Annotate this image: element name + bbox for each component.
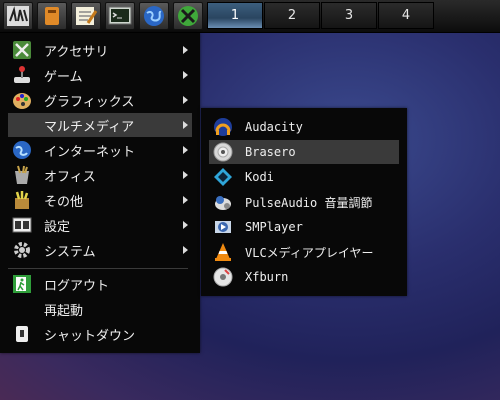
submenu-arrow-icon xyxy=(183,146,188,154)
settings-icon xyxy=(12,215,32,235)
terminal-icon[interactable] xyxy=(105,2,135,30)
menu-item-label: SMPlayer xyxy=(245,220,303,234)
menu-item-label: PulseAudio 音量調節 xyxy=(245,195,373,210)
menu-item-label: シャットダウン xyxy=(44,328,136,344)
menu-item-games[interactable]: ゲーム xyxy=(8,63,192,87)
office-icon xyxy=(12,165,32,185)
smplayer-icon xyxy=(213,217,233,237)
menu-item-system[interactable]: システム xyxy=(8,238,192,262)
accessories-icon xyxy=(12,40,32,60)
kodi-icon xyxy=(213,167,233,187)
menu-item-label: システム xyxy=(44,244,96,260)
menu-item-label: ゲーム xyxy=(44,69,83,85)
workspace-3[interactable]: 3 xyxy=(321,2,377,29)
menu-item-label: Kodi xyxy=(245,170,274,184)
menu-item-shutdown[interactable]: シャットダウン xyxy=(8,322,192,346)
workspace-1[interactable]: 1 xyxy=(207,2,263,29)
menu-item-office[interactable]: オフィス xyxy=(8,163,192,187)
menu-item-label: インターネット xyxy=(44,144,136,160)
submenu-arrow-icon xyxy=(183,121,188,129)
menu-item-smplayer[interactable]: SMPlayer xyxy=(209,215,399,239)
application-menu: アクセサリ ゲーム グラフィックス マルチメディア インターネット オフィス そ… xyxy=(0,33,200,353)
submenu-arrow-icon xyxy=(183,71,188,79)
brasero-icon xyxy=(213,142,233,162)
vlc-icon xyxy=(213,242,233,262)
xfburn-icon xyxy=(213,267,233,287)
other-icon xyxy=(12,190,32,210)
graphics-icon xyxy=(12,90,32,110)
system-icon xyxy=(12,240,32,260)
submenu-arrow-icon xyxy=(183,246,188,254)
menu-item-label: グラフィックス xyxy=(44,94,135,110)
submenu-arrow-icon xyxy=(183,221,188,229)
internet-icon xyxy=(12,140,32,160)
menu-item-label: Brasero xyxy=(245,145,296,159)
menu-item-label: オフィス xyxy=(44,169,96,185)
menu-item-label: VLCメディアプレイヤー xyxy=(245,245,374,260)
menu-item-label: 再起動 xyxy=(44,303,84,319)
submenu-arrow-icon xyxy=(183,46,188,54)
games-icon xyxy=(12,65,32,85)
menu-item-label: その他 xyxy=(44,194,84,210)
menu-item-label: ログアウト xyxy=(44,278,110,294)
menu-item-internet[interactable]: インターネット xyxy=(8,138,192,162)
exit-icon[interactable] xyxy=(173,2,203,30)
submenu-arrow-icon xyxy=(183,96,188,104)
menu-item-audacity[interactable]: Audacity xyxy=(209,115,399,139)
lxde-logo-icon[interactable] xyxy=(3,2,33,30)
menu-item-kodi[interactable]: Kodi xyxy=(209,165,399,189)
menu-item-vlc[interactable]: VLCメディアプレイヤー xyxy=(209,240,399,264)
audacity-icon xyxy=(213,117,233,137)
web-browser-icon[interactable] xyxy=(139,2,169,30)
menu-item-other[interactable]: その他 xyxy=(8,188,192,212)
menu-item-brasero[interactable]: Brasero xyxy=(209,140,399,164)
menu-item-logout[interactable]: ログアウト xyxy=(8,272,192,296)
menu-item-accessories[interactable]: アクセサリ xyxy=(8,38,192,62)
text-editor-icon[interactable] xyxy=(71,2,101,30)
menu-item-label: Xfburn xyxy=(245,270,289,284)
menu-item-multimedia[interactable]: マルチメディア xyxy=(8,113,192,137)
menu-item-reboot[interactable]: 再起動 xyxy=(8,297,192,321)
pulseaudio-icon xyxy=(213,192,233,212)
logout-icon xyxy=(12,274,32,294)
menu-item-pulseaudio[interactable]: PulseAudio 音量調節 xyxy=(209,190,399,214)
multimedia-submenu: Audacity Brasero Kodi PulseAudio 音量調節 SM… xyxy=(201,108,407,296)
menu-item-graphics[interactable]: グラフィックス xyxy=(8,88,192,112)
submenu-arrow-icon xyxy=(183,171,188,179)
menu-item-xfburn[interactable]: Xfburn xyxy=(209,265,399,289)
shutdown-icon xyxy=(12,324,32,344)
taskbar: 1 2 3 4 xyxy=(0,0,500,33)
menu-item-label: マルチメディア xyxy=(44,119,135,135)
workspace-4[interactable]: 4 xyxy=(378,2,434,29)
menu-item-settings[interactable]: 設定 xyxy=(8,213,192,237)
submenu-arrow-icon xyxy=(183,196,188,204)
menu-item-label: 設定 xyxy=(44,219,71,235)
file-manager-icon[interactable] xyxy=(37,2,67,30)
workspace-2[interactable]: 2 xyxy=(264,2,320,29)
menu-item-label: Audacity xyxy=(245,120,303,134)
menu-separator xyxy=(8,268,188,269)
menu-item-label: アクセサリ xyxy=(44,44,109,60)
